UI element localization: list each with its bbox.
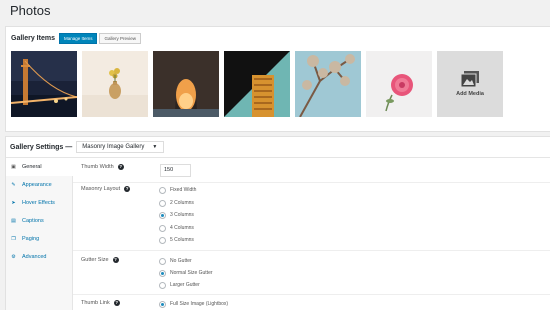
radio-3-columns[interactable]: 3 Columns	[159, 211, 194, 219]
radio-button-selected[interactable]	[159, 300, 166, 308]
sidebar-item-label: Captions	[22, 218, 44, 224]
radio-larger-gutter[interactable]: Larger Gutter	[159, 281, 200, 289]
help-icon[interactable]: ?	[112, 257, 119, 263]
page-title: Photos	[10, 3, 51, 18]
masonry-layout-row: Masonry Layout ? Fixed Width 2 Columns 3…	[73, 183, 550, 251]
radio-2-columns[interactable]: 2 Columns	[159, 199, 194, 207]
gallery-thumbnails: Add Media	[11, 51, 508, 117]
gallery-item-vase[interactable]	[82, 51, 148, 117]
radio-no-gutter[interactable]: No Gutter	[159, 257, 192, 265]
gallery-settings-header: Gallery Settings — Masonry Image Gallery…	[6, 137, 550, 158]
radio-button[interactable]	[159, 199, 166, 207]
gallery-item-rose[interactable]	[366, 51, 432, 117]
settings-sidebar: ▣ General ✎ Appearance ➤ Hover Effects ▤…	[6, 158, 73, 310]
gallery-items-panel: Gallery Items Manage Items Gallery Previ…	[5, 26, 550, 132]
thumb-link-label: Thumb Link ?	[81, 300, 120, 306]
manage-items-tab[interactable]: Manage Items	[58, 32, 98, 44]
masonry-layout-label: Masonry Layout ?	[81, 186, 131, 192]
gallery-preview-tab[interactable]: Gallery Preview	[99, 32, 141, 44]
radio-button[interactable]	[159, 236, 166, 244]
radio-button[interactable]	[159, 281, 166, 289]
gallery-item-sea-arch[interactable]	[153, 51, 219, 117]
radio-fixed-width[interactable]: Fixed Width	[159, 186, 196, 194]
sidebar-item-paging[interactable]: ❐ Paging	[6, 230, 72, 248]
radio-5-columns[interactable]: 5 Columns	[159, 236, 194, 244]
gallery-item-building[interactable]	[224, 51, 290, 117]
sidebar-item-label: General	[22, 164, 42, 170]
sidebar-item-captions[interactable]: ▤ Captions	[6, 212, 72, 230]
pointer-icon: ➤	[11, 200, 16, 206]
radio-normal-gutter[interactable]: Normal Size Gutter	[159, 269, 213, 277]
title-separator: —	[65, 143, 73, 151]
help-icon[interactable]: ?	[124, 186, 131, 192]
sidebar-item-appearance[interactable]: ✎ Appearance	[6, 176, 72, 194]
gallery-settings-panel: Gallery Settings — Masonry Image Gallery…	[5, 136, 550, 310]
gallery-layout-value: Masonry Image Gallery	[82, 144, 145, 150]
gutter-size-label: Gutter Size ?	[81, 257, 119, 263]
sidebar-item-label: Paging	[22, 236, 40, 242]
radio-button-selected[interactable]	[159, 269, 166, 277]
radio-4-columns[interactable]: 4 Columns	[159, 224, 194, 232]
radio-button[interactable]	[159, 186, 166, 194]
gallery-items-title: Gallery Items	[11, 34, 55, 42]
media-icon	[461, 71, 479, 87]
radio-button-selected[interactable]	[159, 211, 166, 219]
add-media-label: Add Media	[456, 91, 484, 97]
help-icon[interactable]: ?	[113, 300, 120, 306]
gallery-items-header: Gallery Items Manage Items Gallery Previ…	[11, 32, 143, 44]
help-icon[interactable]: ?	[117, 164, 124, 170]
radio-button[interactable]	[159, 224, 166, 232]
gallery-settings-title: Gallery Settings	[10, 143, 64, 151]
brush-icon: ✎	[11, 182, 16, 188]
sidebar-item-advanced[interactable]: ⚙ Advanced	[6, 248, 72, 266]
thumb-width-input[interactable]: 150	[160, 164, 191, 177]
caption-icon: ▤	[11, 218, 16, 224]
thumb-width-row: Thumb Width ? 150	[73, 158, 550, 183]
settings-content: Thumb Width ? 150 Masonry Layout ? Fixed…	[73, 158, 550, 310]
sidebar-item-hover-effects[interactable]: ➤ Hover Effects	[6, 194, 72, 212]
radio-full-size-lightbox[interactable]: Full Size Image (Lightbox)	[159, 300, 228, 308]
gallery-icon: ▣	[11, 164, 16, 170]
gear-icon: ⚙	[11, 254, 16, 260]
gallery-item-tree[interactable]	[295, 51, 361, 117]
sidebar-item-label: Hover Effects	[22, 200, 55, 206]
gutter-size-row: Gutter Size ? No Gutter Normal Size Gutt…	[73, 251, 550, 295]
sidebar-item-label: Advanced	[22, 254, 47, 260]
gallery-layout-select[interactable]: Masonry Image Gallery ▼	[76, 141, 165, 153]
add-media-button[interactable]: Add Media	[437, 51, 503, 117]
gallery-item-bridge[interactable]	[11, 51, 77, 117]
thumb-link-row: Thumb Link ? Full Size Image (Lightbox)	[73, 295, 550, 310]
thumb-width-label: Thumb Width ?	[81, 164, 124, 170]
sidebar-item-label: Appearance	[22, 182, 52, 188]
sidebar-item-general[interactable]: ▣ General	[6, 158, 73, 176]
paging-icon: ❐	[11, 236, 16, 242]
radio-button[interactable]	[159, 257, 166, 265]
chevron-down-icon: ▼	[152, 144, 158, 150]
